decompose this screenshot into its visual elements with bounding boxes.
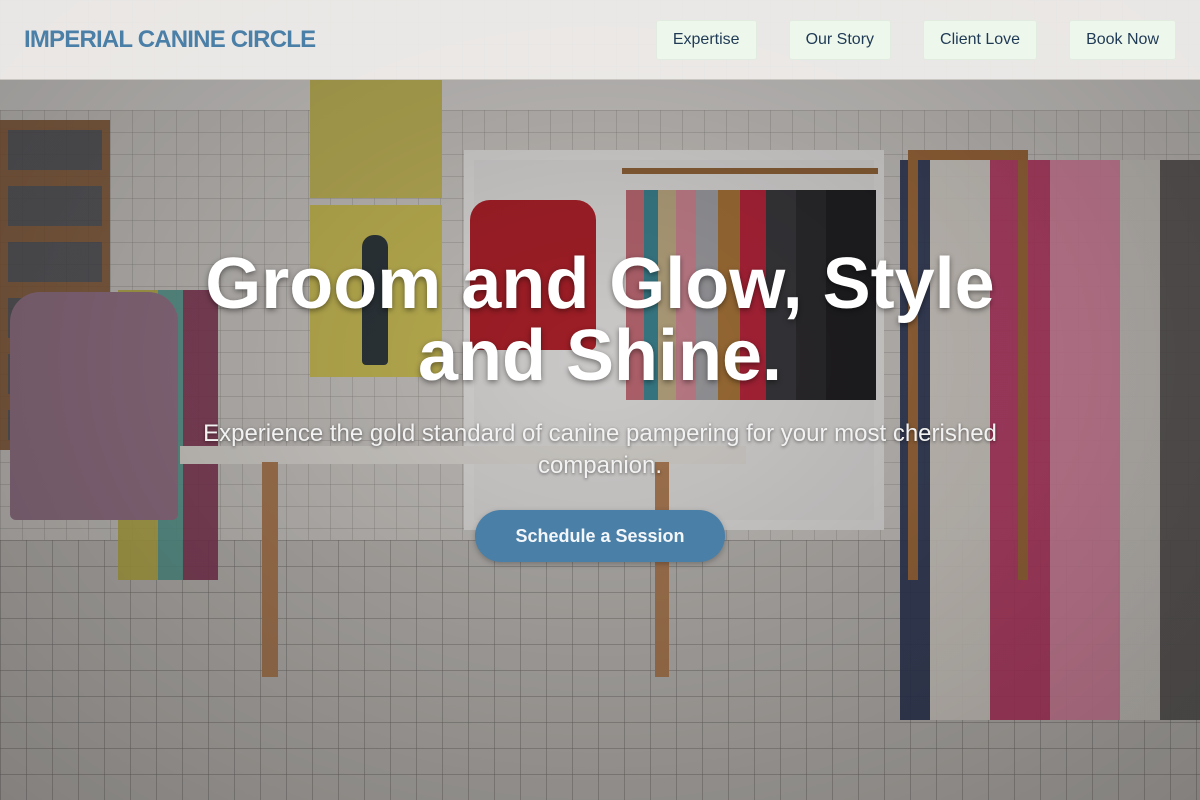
hero-title: Groom and Glow, Style and Shine. [205, 244, 995, 396]
nav-our-story[interactable]: Our Story [788, 19, 892, 60]
hero-subtitle: Experience the gold standard of canine p… [203, 420, 997, 479]
site-header: IMPERIAL CANINE CIRCLE Expertise Our Sto… [0, 0, 1200, 80]
nav-expertise[interactable]: Expertise [655, 19, 757, 60]
nav-book-now[interactable]: Book Now [1069, 19, 1176, 60]
nav-client-love[interactable]: Client Love [923, 19, 1038, 60]
main-nav: Expertise Our Story Client Love Book Now [655, 19, 1176, 60]
site-logo[interactable]: IMPERIAL CANINE CIRCLE [24, 26, 316, 54]
schedule-session-button[interactable]: Schedule a Session [475, 510, 725, 562]
hero-section: Groom and Glow, Style and Shine. Experie… [0, 80, 1200, 800]
